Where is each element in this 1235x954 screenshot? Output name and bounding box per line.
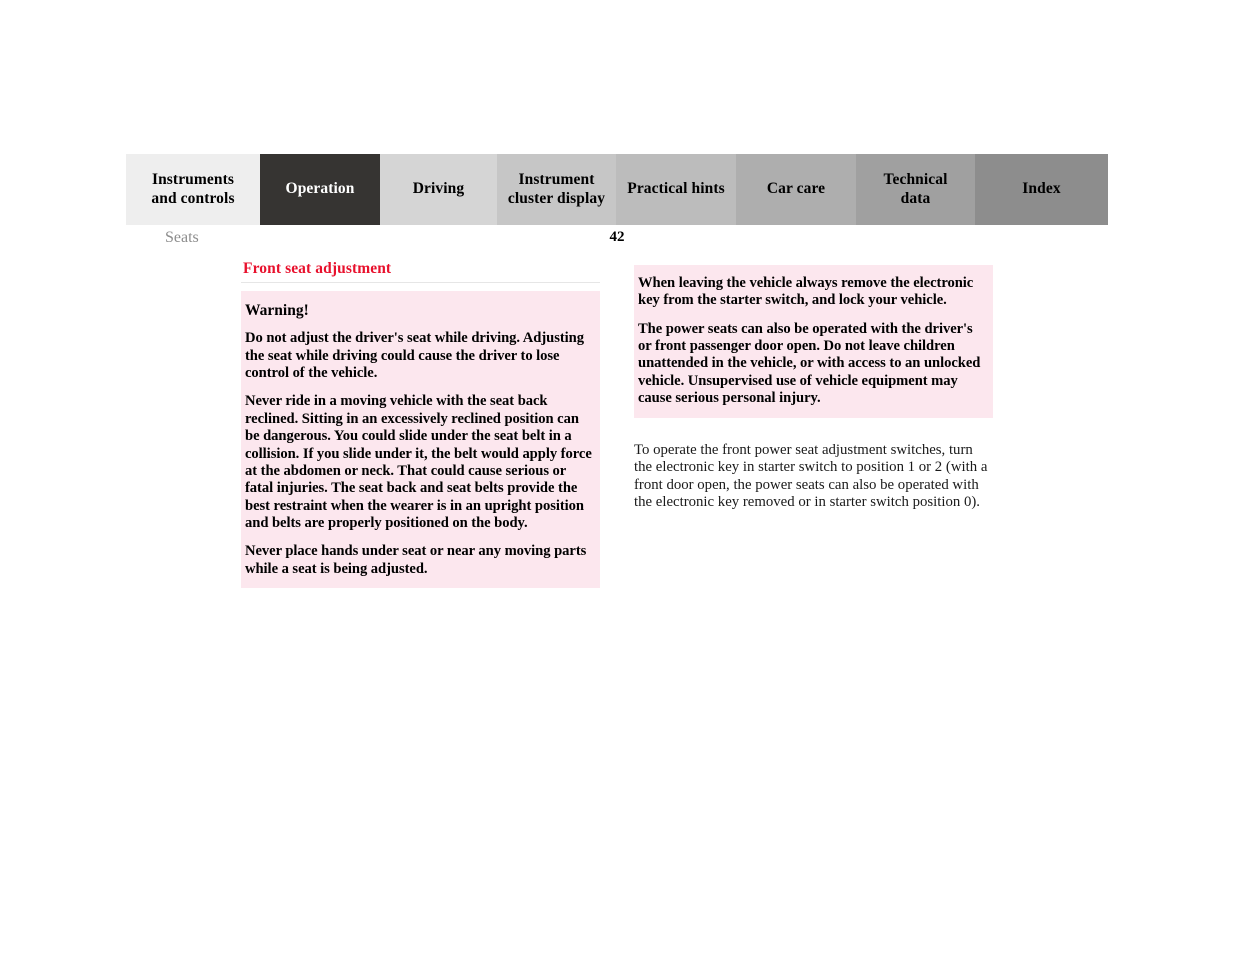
- tab-car-care[interactable]: Car care: [736, 154, 856, 225]
- left-column: Front seat adjustment Warning! Do not ad…: [241, 260, 600, 589]
- body-paragraph: To operate the front power seat adjustme…: [634, 441, 988, 511]
- running-header: Seats 42: [126, 229, 1108, 251]
- warning-box-right: When leaving the vehicle always remove t…: [634, 265, 993, 418]
- warning-paragraph: The power seats can also be operated wit…: [638, 320, 981, 407]
- warning-title: Warning!: [245, 302, 309, 319]
- tab-practical-hints[interactable]: Practical hints: [616, 154, 736, 225]
- heading-divider: [241, 282, 600, 283]
- tab-label: Instruments and controls: [151, 171, 235, 207]
- tab-instruments-and-controls[interactable]: Instruments and controls: [126, 154, 260, 225]
- tab-label: Car care: [766, 180, 826, 198]
- tab-label: Index: [1022, 180, 1061, 198]
- warning-paragraph: Never ride in a moving vehicle with the …: [245, 393, 592, 531]
- warning-paragraph: Never place hands under seat or near any…: [245, 543, 587, 577]
- warning-box-left: Warning! Do not adjust the driver's seat…: [241, 291, 600, 589]
- right-column: When leaving the vehicle always remove t…: [634, 260, 993, 512]
- tab-label: Driving: [412, 180, 465, 198]
- tab-label: Practical hints: [627, 180, 725, 198]
- tab-driving[interactable]: Driving: [380, 154, 497, 225]
- page-title: Front seat adjustment: [243, 260, 392, 277]
- tab-instrument-cluster-display[interactable]: Instrument cluster display: [497, 154, 616, 225]
- page-number: 42: [609, 229, 625, 245]
- tab-label: Operation: [285, 180, 355, 198]
- warning-paragraph: Do not adjust the driver's seat while dr…: [245, 330, 584, 382]
- tab-label: Instrument cluster display: [507, 171, 606, 207]
- tab-operation[interactable]: Operation: [260, 154, 380, 225]
- tab-label: Technical data: [883, 171, 948, 207]
- warning-paragraph: When leaving the vehicle always remove t…: [638, 275, 974, 309]
- tab-index[interactable]: Index: [975, 154, 1108, 225]
- tab-technical-data[interactable]: Technical data: [856, 154, 975, 225]
- chapter-tab-bar: Instruments and controls Operation Drivi…: [126, 154, 1108, 225]
